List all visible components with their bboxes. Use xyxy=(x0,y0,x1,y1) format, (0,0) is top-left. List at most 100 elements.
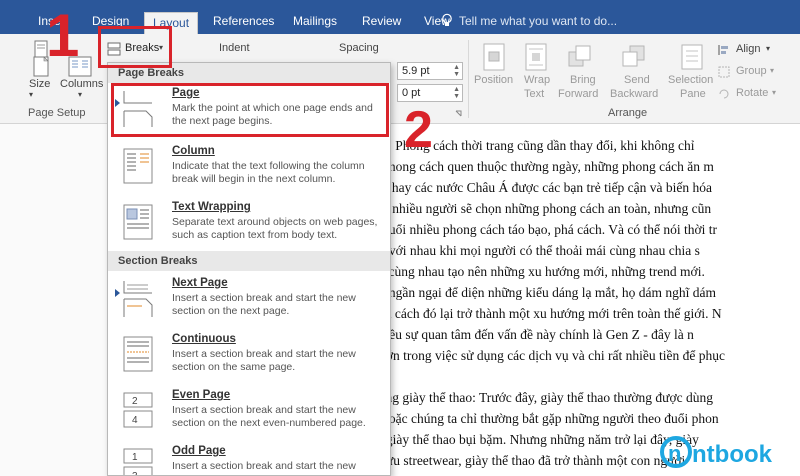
logo-text: ntbook xyxy=(692,441,773,468)
watermark-logo: n ntbook xyxy=(656,428,800,476)
doc-line: o hoặc chúng ta chỉ thường bắt gặp những… xyxy=(372,411,719,426)
spacing-before-value: 5.9 pt xyxy=(402,65,430,77)
send-backward-label-1[interactable]: Send xyxy=(624,74,650,86)
group-divider xyxy=(468,40,469,118)
rotate-button[interactable]: Rotate ▾ xyxy=(718,86,788,102)
menu-item-title: Next Page xyxy=(172,277,228,289)
selected-marker-icon xyxy=(115,289,120,297)
svg-text:3: 3 xyxy=(132,471,138,476)
menu-item-continuous[interactable]: Continuous Insert a section break and st… xyxy=(108,331,390,385)
group-icon xyxy=(718,66,730,78)
menu-item-even-page[interactable]: 2 4 Even Page Insert a section break and… xyxy=(108,387,390,441)
doc-line: nh, nhiều người sẽ chọn những phong cách… xyxy=(372,201,712,216)
tab-review[interactable]: Review xyxy=(362,14,401,28)
menu-item-column-break[interactable]: Column Indicate that the text following … xyxy=(108,143,390,197)
page-setup-group-label: Page Setup xyxy=(28,107,86,119)
columns-dropdown-icon[interactable]: ▾ xyxy=(78,90,82,99)
svg-text:4: 4 xyxy=(132,415,138,426)
annotation-box-page xyxy=(111,83,389,137)
doc-line: Âu hay các nước Châu Á được các bạn trẻ … xyxy=(372,180,713,195)
menu-item-title: Odd Page xyxy=(172,445,226,457)
section-breaks-header: Section Breaks xyxy=(108,251,390,271)
annotation-number-2: 2 xyxy=(404,101,433,159)
rotate-label: Rotate xyxy=(736,87,769,99)
selection-pane-label-2[interactable]: Pane xyxy=(680,88,706,100)
menu-item-odd-page[interactable]: 1 3 Odd Page Insert a section break and … xyxy=(108,443,390,476)
menu-item-desc: Indicate that the text following the col… xyxy=(172,160,365,185)
align-button[interactable]: Align ▾ xyxy=(718,42,788,58)
menu-item-desc: Insert a section break and start the new… xyxy=(172,292,356,317)
svg-text:2: 2 xyxy=(132,396,138,407)
size-label[interactable]: Size xyxy=(29,78,50,90)
chevron-down-icon: ▾ xyxy=(772,88,777,97)
bring-forward-label-1[interactable]: Bring xyxy=(570,74,596,86)
spacing-label: Spacing xyxy=(339,42,379,54)
selection-pane-icon[interactable] xyxy=(678,42,706,72)
rotate-icon xyxy=(719,89,729,99)
align-label: Align xyxy=(736,43,761,55)
indent-label: Indent xyxy=(219,42,250,54)
menu-item-text-wrapping-break[interactable]: Text Wrapping Separate text around objec… xyxy=(108,199,390,253)
document-page[interactable]: thế. Phong cách thời trang cũng dần thay… xyxy=(362,124,800,476)
dialog-launcher-icon[interactable] xyxy=(455,110,463,118)
size-dropdown-icon[interactable]: ▾ xyxy=(29,90,33,99)
send-backward-icon[interactable] xyxy=(620,42,648,72)
group-button[interactable]: Group ▾ xyxy=(718,64,788,80)
column-break-icon xyxy=(123,148,153,184)
doc-line: lạ, cùng nhau tạo nên những xu hướng mới… xyxy=(372,264,705,279)
position-label[interactable]: Position xyxy=(474,74,513,86)
odd-page-icon: 1 3 xyxy=(123,448,153,476)
wrap-text-label-1[interactable]: Wrap xyxy=(524,74,550,86)
tab-references[interactable]: References xyxy=(213,14,274,28)
menu-item-next-page[interactable]: Next Page Insert a section break and sta… xyxy=(108,275,390,329)
wrap-text-icon[interactable] xyxy=(522,42,550,72)
menu-item-title: Column xyxy=(172,145,215,157)
doc-line: n lớn trong việc sử dụng các dịch vụ và … xyxy=(372,348,725,363)
doc-line: ôi giày thể thao bụi bặm. Nhưng những nă… xyxy=(372,432,699,447)
annotation-number-1: 1 xyxy=(46,2,80,69)
spacing-after-value: 0 pt xyxy=(402,87,421,99)
logo-icon: n ntbook xyxy=(660,436,773,468)
doc-line: nhiều sự quan tâm đến vấn đề này chính l… xyxy=(372,327,694,342)
doc-line: ng ngần ngại để diện những kiểu dáng lạ … xyxy=(372,285,716,300)
even-page-icon: 2 4 xyxy=(123,392,153,428)
menu-item-desc: Insert a section break and start the new… xyxy=(172,348,356,373)
menu-item-desc: Insert a section break and start the new… xyxy=(172,404,366,429)
doc-line: o lưu streetwear, giày thể thao đã trở t… xyxy=(372,453,686,468)
doc-line: g phong cách quen thuộc thường ngày, nhữ… xyxy=(372,159,714,174)
group-label: Group xyxy=(736,65,767,77)
tab-mailings[interactable]: Mailings xyxy=(293,14,337,28)
position-icon[interactable] xyxy=(480,42,508,72)
doc-line: lại với nhau khi mọi người có thể thoải … xyxy=(372,243,700,258)
bring-forward-icon[interactable] xyxy=(566,42,594,72)
spacing-before-input[interactable]: 5.9 pt ▲ ▼ xyxy=(397,62,463,80)
menu-item-title: Even Page xyxy=(172,389,231,401)
title-bar xyxy=(0,0,800,10)
svg-text:1: 1 xyxy=(132,452,138,463)
doc-line: dụng giày thể thao: Trước đây, giày thể … xyxy=(372,390,713,405)
next-page-icon xyxy=(123,281,153,317)
svg-text:n: n xyxy=(668,441,681,466)
doc-line: phá cách đó lại trở thành một xu hướng m… xyxy=(372,306,722,321)
spin-arrows-icon[interactable]: ▲ ▼ xyxy=(453,86,460,100)
bring-forward-label-2[interactable]: Forward xyxy=(558,88,598,100)
chevron-down-icon: ▾ xyxy=(770,66,775,75)
wrap-text-label-2[interactable]: Text xyxy=(524,88,544,100)
arrange-group-label: Arrange xyxy=(608,107,648,119)
menu-item-title: Continuous xyxy=(172,333,236,345)
continuous-break-icon xyxy=(123,336,153,372)
align-icon xyxy=(718,45,728,55)
doc-line: o đuổi nhiều phong cách táo bạo, phá các… xyxy=(372,222,718,237)
menu-item-desc: Insert a section break and start the new xyxy=(172,460,356,472)
annotation-box-breaks xyxy=(98,26,172,68)
spacing-after-input[interactable]: 0 pt ▲ ▼ xyxy=(397,84,463,102)
columns-label[interactable]: Columns xyxy=(60,78,103,90)
send-backward-label-2[interactable]: Backward xyxy=(610,88,658,100)
text-wrapping-break-icon xyxy=(123,204,153,240)
spin-arrows-icon[interactable]: ▲ ▼ xyxy=(453,64,460,78)
menu-item-title: Text Wrapping xyxy=(172,201,251,213)
lightbulb-icon xyxy=(442,13,452,26)
selection-pane-label-1[interactable]: Selection xyxy=(668,74,713,86)
tell-me-search[interactable]: Tell me what you want to do... xyxy=(459,14,617,28)
chevron-down-icon: ▾ xyxy=(766,44,771,53)
